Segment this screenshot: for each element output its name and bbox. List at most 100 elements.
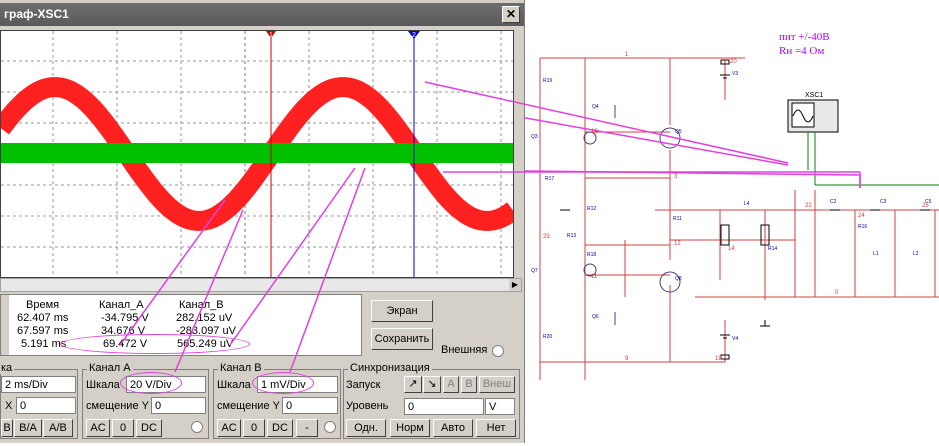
scroll-right-arrow[interactable]: ▶ (509, 279, 521, 291)
svg-text:20: 20 (730, 59, 737, 65)
svg-text:24: 24 (858, 213, 865, 219)
readout-header-chb: Канал_В (179, 299, 224, 311)
readout-r1-b: 282.152 uV (176, 312, 233, 324)
channel-a-offset-label: смещение Y (86, 400, 149, 412)
channel-b-dc-button[interactable]: DC (267, 419, 293, 437)
channel-a-radio[interactable] (191, 421, 203, 433)
channel-a-zero-button[interactable]: 0 (112, 419, 134, 437)
channel-b-offset-label: смещение Y (217, 400, 280, 412)
supply-note: пит +/-40В (779, 31, 830, 43)
sync-normal-button[interactable]: Норм (390, 419, 430, 437)
timebase-scale-field[interactable]: 2 ms/Div (1, 376, 76, 393)
title-bar[interactable]: граф-XSC1 ✕ (0, 3, 524, 26)
svg-text:L1: L1 (873, 251, 879, 257)
external-radio[interactable] (492, 345, 504, 357)
svg-text:Q6: Q6 (592, 314, 599, 320)
sync-none-button[interactable]: Нет (476, 419, 516, 437)
circuit-schematic: XSC1 1 20 10 3 22 24 25 14 11 23 12 9 18… (424, 0, 939, 443)
scope-display: 1 2 (0, 30, 519, 278)
scope-label: XSC1 (805, 92, 823, 99)
sync-b-button[interactable]: B (461, 376, 477, 393)
channel-b-title: Канал В (218, 362, 264, 374)
channel-b-radio[interactable] (324, 421, 336, 433)
timebase-x-label: X (5, 400, 13, 412)
schematic-part-labels: R19 R20 Q4 Q5 Q3 R11 R12 Q6 Q7 Q8 C2 C3 … (531, 71, 932, 342)
horizontal-scrollbar[interactable]: ▶ (0, 278, 522, 292)
svg-text:23: 23 (543, 234, 550, 240)
readout-r1-a: -34.795 V (101, 312, 149, 324)
channel-a-dc-button[interactable]: DC (136, 419, 162, 437)
svg-text:R17: R17 (545, 176, 554, 182)
channel-b-ac-button[interactable]: AC (217, 419, 241, 437)
channel-a-ac-button[interactable]: AC (86, 419, 110, 437)
svg-text:R12: R12 (587, 206, 596, 212)
svg-text:L4: L4 (744, 201, 750, 207)
svg-text:Q8: Q8 (675, 276, 682, 282)
timebase-ab-button[interactable]: A/B (43, 419, 73, 437)
svg-text:L2: L2 (913, 251, 919, 257)
svg-text:C5: C5 (925, 199, 932, 205)
sync-single-button[interactable]: Одн. (346, 419, 386, 437)
readout-step-buttons[interactable] (1, 295, 9, 355)
sync-external-button[interactable]: Внеш (479, 376, 515, 393)
channel-b-minus-button[interactable]: - (296, 419, 318, 437)
svg-text:Q4: Q4 (592, 104, 599, 110)
timebase-x-field[interactable]: 0 (16, 397, 76, 414)
scope-plot: 1 2 (0, 31, 519, 277)
schematic-drawing: XSC1 1 20 10 3 22 24 25 14 11 23 12 9 18… (424, 52, 939, 380)
svg-text:10: 10 (591, 129, 598, 135)
svg-text:R19: R19 (543, 78, 552, 84)
svg-text:R13: R13 (567, 233, 576, 239)
rising-edge-icon[interactable]: ↗ (404, 376, 422, 393)
sync-level-unit[interactable]: V (485, 398, 515, 415)
annotation-ellipse-scale-b (252, 372, 314, 394)
svg-text:R20: R20 (543, 334, 552, 340)
sync-level-field[interactable]: 0 (404, 398, 484, 415)
svg-text:Q3: Q3 (531, 134, 538, 140)
channel-a-offset-field[interactable]: 0 (151, 397, 206, 414)
svg-text:Q5: Q5 (675, 129, 682, 135)
load-note: Rн =4 Ом (779, 45, 825, 57)
sync-auto-button[interactable]: Авто (433, 419, 473, 437)
sync-a-button[interactable]: A (443, 376, 459, 393)
svg-text:9: 9 (625, 356, 629, 362)
save-button[interactable]: Сохранить (371, 328, 433, 350)
timebase-b-button[interactable]: B (1, 419, 13, 437)
schematic-wires (539, 57, 939, 380)
readout-r1-time: 62.407 ms (17, 312, 69, 324)
svg-text:22: 22 (805, 203, 812, 209)
cursor-1-label: 1 (269, 32, 273, 39)
scope-probe-wires (807, 132, 939, 186)
oscilloscope-window: граф-XSC1 ✕ 1 2 ▶ Время Канал_А Канал_В … (0, 0, 525, 443)
timebase-ba-button[interactable]: B/A (14, 419, 42, 437)
annotation-ellipse-readout (60, 334, 250, 354)
channel-a-scale-label: Шкала (86, 379, 120, 391)
svg-text:11: 11 (591, 274, 598, 280)
falling-edge-icon[interactable]: ↘ (423, 376, 441, 393)
svg-text:0: 0 (835, 290, 839, 296)
external-label: Внешняя (441, 344, 488, 356)
sync-group: Синхронизация Запуск ↗ ↘ A B Внеш Уровен… (343, 362, 520, 439)
channel-a-title: Канал А (87, 362, 133, 374)
close-button[interactable]: ✕ (502, 6, 520, 23)
channel-b-offset-field[interactable]: 0 (282, 397, 338, 414)
channel-b-scale-label: Шкала (217, 379, 251, 391)
annotation-ellipse-scale-a (120, 372, 182, 394)
svg-text:1: 1 (625, 52, 629, 58)
channel-b-trace (1, 143, 513, 163)
svg-text:V4: V4 (732, 336, 738, 342)
readout-header-cha: Канал_А (99, 299, 144, 311)
channel-b-zero-button[interactable]: 0 (243, 419, 265, 437)
schematic-transistors (583, 105, 681, 325)
svg-text:12: 12 (674, 241, 681, 247)
timebase-group: ка 2 ms/Div X 0 B B/A A/B (0, 362, 78, 439)
svg-text:V3: V3 (732, 71, 738, 77)
screen-button[interactable]: Экран (371, 300, 433, 322)
sync-level-label: Уровень (346, 400, 389, 412)
svg-text:14: 14 (728, 246, 735, 252)
svg-text:R14: R14 (768, 246, 777, 252)
svg-text:3: 3 (674, 174, 678, 180)
sync-title: Синхронизация (348, 362, 432, 374)
svg-text:R16: R16 (858, 224, 867, 230)
sync-trigger-label: Запуск (346, 379, 381, 391)
